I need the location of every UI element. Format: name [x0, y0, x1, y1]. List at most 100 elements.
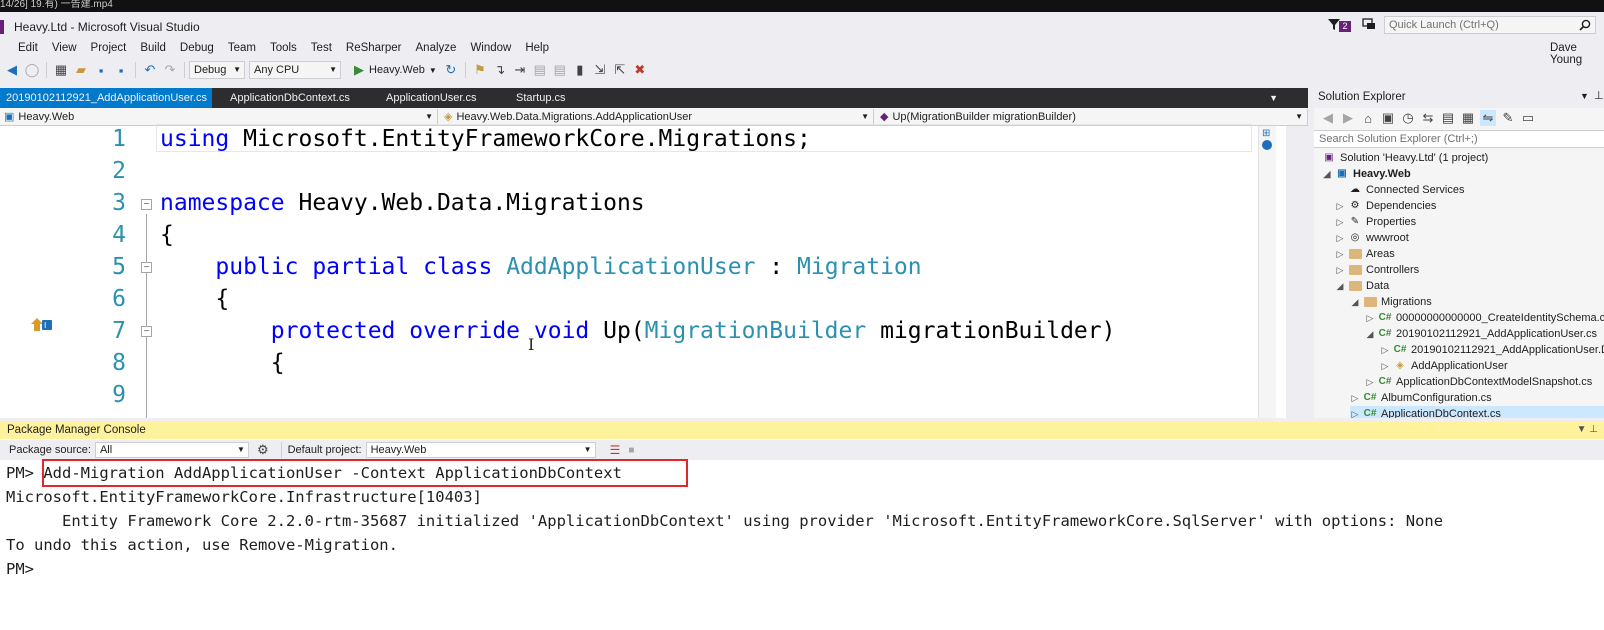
prev-bookmark-icon[interactable]: ⇱ — [612, 62, 628, 78]
tree-properties[interactable]: ▷ ✎ Properties — [1335, 214, 1417, 230]
new-project-icon[interactable]: ▦ — [53, 62, 69, 78]
clear-bookmarks-icon[interactable]: ✖ — [632, 62, 648, 78]
collapse-all-icon[interactable]: ▤ — [1440, 110, 1456, 126]
step-into-icon[interactable]: ↴ — [492, 62, 508, 78]
expanded-arrow-icon[interactable]: ◢ — [1365, 326, 1375, 342]
navigate-forward-icon[interactable]: ◯ — [24, 62, 40, 78]
type-nav-select[interactable]: ◈ Heavy.Web.Data.Migrations.AddApplicatio… — [440, 109, 874, 125]
start-target-button[interactable]: Heavy.Web — [369, 64, 425, 76]
tree-data[interactable]: ◢ Data — [1335, 278, 1390, 294]
home-icon[interactable]: ⌂ — [1360, 110, 1376, 126]
menu-debug[interactable]: Debug — [173, 39, 221, 57]
collapsed-arrow-icon[interactable]: ▷ — [1335, 230, 1345, 246]
tree-solution[interactable]: ▣ Solution 'Heavy.Ltd' (1 project) — [1322, 150, 1488, 166]
expanded-arrow-icon[interactable]: ◢ — [1335, 278, 1345, 294]
settings-gear-icon[interactable]: ⚙ — [257, 442, 269, 458]
next-bookmark-icon[interactable]: ⇲ — [592, 62, 608, 78]
menu-test[interactable]: Test — [304, 39, 339, 57]
show-all-files-icon[interactable]: ▦ — [1460, 110, 1476, 126]
open-file-icon[interactable]: ▰ — [73, 62, 89, 78]
tree-addapplicationuser-class[interactable]: ▷ ◈ AddApplicationUser — [1380, 358, 1508, 374]
collapsed-arrow-icon[interactable]: ▷ — [1350, 406, 1360, 418]
redo-icon[interactable]: ↷ — [162, 62, 178, 78]
solution-search-input[interactable]: Search Solution Explorer (Ctrl+;) — [1314, 130, 1604, 148]
tab-overflow-icon[interactable]: ▼ — [1269, 88, 1278, 108]
stop-command-icon[interactable]: ■ — [628, 445, 634, 456]
collapse-class-icon[interactable]: − — [141, 262, 152, 273]
console-prompt[interactable]: PM> — [6, 558, 34, 580]
undo-icon[interactable]: ↶ — [142, 62, 158, 78]
collapsed-arrow-icon[interactable]: ▷ — [1335, 214, 1345, 230]
collapse-method-icon[interactable]: − — [141, 326, 152, 337]
browser-link-icon[interactable]: ⚑ — [472, 62, 488, 78]
menu-build[interactable]: Build — [133, 39, 173, 57]
tab-applicationuser[interactable]: ApplicationUser.cs — [380, 88, 490, 108]
tree-wwwroot[interactable]: ▷ ◎ wwwroot — [1335, 230, 1409, 246]
save-icon[interactable]: ▪ — [93, 62, 109, 78]
menu-resharper[interactable]: ReSharper — [339, 39, 409, 57]
menu-project[interactable]: Project — [84, 39, 134, 57]
pin-icon[interactable]: ⊥ — [1589, 424, 1598, 435]
collapsed-arrow-icon[interactable]: ▷ — [1365, 374, 1375, 390]
switch-views-icon[interactable]: ▣ — [1380, 110, 1396, 126]
panel-options-icon[interactable]: ▼ — [1580, 91, 1589, 101]
project-nav-select[interactable]: ▣ Heavy.Web ▼ — [0, 109, 438, 125]
tree-project-heavy-web[interactable]: ◢ ▣ Heavy.Web — [1322, 166, 1411, 182]
forward-icon[interactable]: ▶ — [1340, 110, 1356, 126]
tree-areas[interactable]: ▷ Areas — [1335, 246, 1395, 262]
menu-analyze[interactable]: Analyze — [409, 39, 464, 57]
notification-count-badge[interactable]: 2 — [1339, 21, 1351, 32]
member-nav-select[interactable]: ◆ Up(MigrationBuilder migrationBuilder) ▼ — [876, 109, 1308, 125]
package-source-select[interactable]: All ▼ — [94, 442, 249, 458]
tree-applicationdbcontext[interactable]: ▷ C# ApplicationDbContext.cs — [1350, 406, 1604, 418]
quick-action-icon[interactable]: I — [30, 317, 54, 333]
sync-icon[interactable]: ⇆ — [1420, 110, 1436, 126]
collapsed-arrow-icon[interactable]: ▷ — [1335, 198, 1345, 214]
menu-edit[interactable]: Edit — [11, 39, 45, 57]
uncomment-icon[interactable]: ▤ — [552, 62, 568, 78]
tree-create-identity-schema[interactable]: ▷ C# 00000000000000_CreateIdentitySchema.c… — [1365, 310, 1604, 326]
menu-window[interactable]: Window — [463, 39, 518, 57]
tab-addapplicationuser-migration[interactable]: 20190102112921_AddApplicationUser.cs ⊕ × — [0, 88, 212, 124]
menu-view[interactable]: View — [45, 39, 84, 57]
menu-team[interactable]: Team — [221, 39, 263, 57]
track-active-icon[interactable]: ⇋ — [1480, 110, 1496, 126]
expanded-arrow-icon[interactable]: ◢ — [1350, 294, 1360, 310]
clear-console-icon[interactable]: ☰ — [610, 443, 621, 457]
navigate-back-icon[interactable]: ◀ — [4, 62, 20, 78]
comment-icon[interactable]: ▤ — [532, 62, 548, 78]
tree-model-snapshot[interactable]: ▷ C# ApplicationDbContextModelSnapshot.cs — [1365, 374, 1593, 390]
scroll-split-icon[interactable]: ⊞ — [1262, 128, 1273, 139]
solution-configuration-select[interactable]: Debug ▼ — [189, 61, 245, 79]
properties-wrench-icon[interactable]: ✎ — [1500, 110, 1516, 126]
tree-migrations[interactable]: ◢ Migrations — [1350, 294, 1432, 310]
tab-applicationdbcontext[interactable]: ApplicationDbContext.cs — [224, 88, 364, 108]
start-dropdown-icon[interactable]: ▼ — [429, 66, 437, 75]
quick-launch-input[interactable]: Quick Launch (Ctrl+Q) — [1384, 16, 1596, 34]
tree-controllers[interactable]: ▷ Controllers — [1335, 262, 1420, 278]
back-icon[interactable]: ◀ — [1320, 110, 1336, 126]
collapsed-arrow-icon[interactable]: ▷ — [1380, 358, 1390, 374]
collapsed-arrow-icon[interactable]: ▷ — [1335, 246, 1345, 262]
menu-tools[interactable]: Tools — [263, 39, 304, 57]
collapsed-arrow-icon[interactable]: ▷ — [1380, 342, 1390, 358]
expanded-arrow-icon[interactable]: ◢ — [1322, 166, 1332, 182]
collapsed-arrow-icon[interactable]: ▷ — [1335, 262, 1345, 278]
bookmark-icon[interactable]: ▮ — [572, 62, 588, 78]
tree-addapplicationuser-cs[interactable]: ◢ C# 20190102112921_AddApplicationUser.cs — [1365, 326, 1597, 342]
panel-options-icon[interactable]: ▼ — [1577, 424, 1587, 435]
preview-icon[interactable]: ▭ — [1520, 110, 1536, 126]
tree-addapplicationuser-designer[interactable]: ▷ C# 20190102112921_AddApplicationUser.De — [1380, 342, 1604, 358]
feedback-icon[interactable] — [1362, 17, 1376, 31]
collapsed-arrow-icon[interactable]: ▷ — [1365, 310, 1375, 326]
menu-help[interactable]: Help — [518, 39, 556, 57]
editor-vertical-scrollbar[interactable]: ⊞ — [1258, 126, 1276, 418]
tree-connected-services[interactable]: ☁ Connected Services — [1348, 182, 1464, 198]
pin-icon[interactable]: ⊥ — [1594, 89, 1604, 102]
tree-dependencies[interactable]: ▷ ⚙ Dependencies — [1335, 198, 1437, 214]
collapsed-arrow-icon[interactable]: ▷ — [1350, 390, 1360, 406]
default-project-select[interactable]: Heavy.Web ▼ — [365, 442, 596, 458]
collapse-namespace-icon[interactable]: − — [141, 199, 152, 210]
pending-changes-icon[interactable]: ◷ — [1400, 110, 1416, 126]
refresh-icon[interactable]: ↻ — [443, 62, 459, 78]
